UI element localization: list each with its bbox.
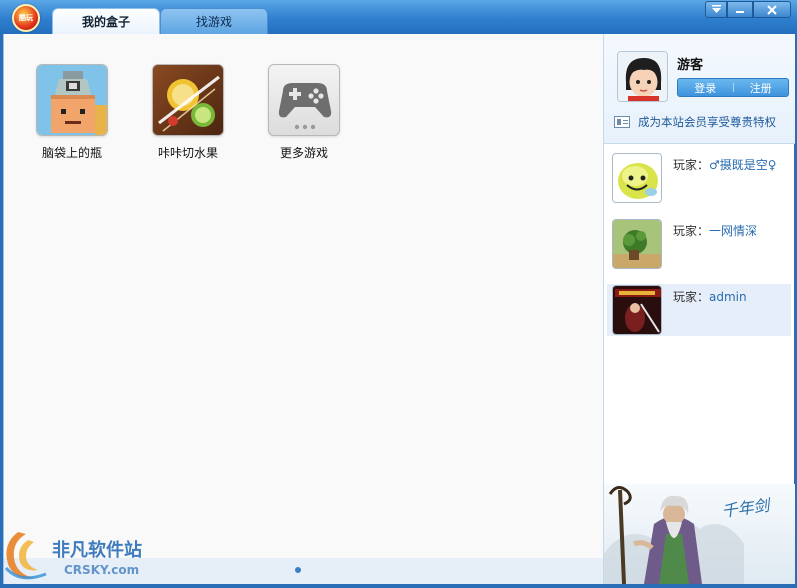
player-prefix: 玩家： (673, 290, 710, 304)
player-item[interactable]: 玩家：admin (607, 284, 791, 336)
game-item-fruit-slice[interactable]: 咔咔切水果 (143, 64, 233, 161)
close-icon (767, 4, 777, 15)
chevron-down-icon (711, 5, 721, 13)
member-promo-text[interactable]: 成为本站会员享受尊贵特权 (638, 114, 776, 130)
green-creature-avatar[interactable] (612, 219, 662, 269)
player-item[interactable]: 玩家：一网情深 (607, 218, 791, 270)
watermark-en-text: CRSKY.com (64, 563, 139, 577)
banner-calligraphy: 千年剑 (720, 495, 773, 521)
game-item-bottle-head[interactable]: 脑袋上的瓶 (27, 64, 117, 161)
player-prefix: 玩家： (673, 158, 710, 172)
game-label[interactable]: 更多游戏 (259, 144, 349, 161)
tab-my-box[interactable]: 我的盒子 (52, 8, 160, 34)
member-card-icon (614, 116, 630, 128)
user-panel: 游客 登录 注册 成为本站会员享受尊贵特权 (604, 34, 795, 144)
player-text: 玩家：♂摄既是空♀ (673, 156, 777, 173)
gamepad-icon[interactable] (268, 64, 340, 136)
minimize-button[interactable] (727, 1, 753, 18)
player-name[interactable]: 一网情深 (709, 224, 757, 238)
player-prefix: 玩家： (673, 224, 710, 238)
bottle-head-game-icon[interactable] (36, 64, 108, 136)
title-bar: 酷玩 我的盒子 找游戏 (0, 0, 797, 34)
my-games-panel: 脑袋上的瓶 咔咔切水果 更多游戏 (3, 34, 604, 584)
player-name[interactable]: ♂摄既是空♀ (709, 158, 777, 172)
smiley-avatar[interactable] (612, 153, 662, 203)
watermark-logo: 非凡软件站 CRSKY.com (0, 528, 160, 584)
close-button[interactable] (753, 1, 791, 18)
login-button[interactable]: 登录 (678, 79, 733, 96)
watermark-cn-text: 非凡软件站 (52, 539, 142, 561)
page-indicator-dot[interactable] (295, 567, 301, 573)
register-button[interactable]: 注册 (734, 79, 789, 96)
username: 游客 (677, 58, 704, 73)
player-text: 玩家：admin (673, 288, 747, 305)
tab-find-games[interactable]: 找游戏 (160, 8, 268, 34)
app-logo-text: 酷玩 (19, 14, 33, 22)
game-item-more-games[interactable]: 更多游戏 (259, 64, 349, 161)
app-logo: 酷玩 (12, 4, 40, 32)
member-promo-link[interactable]: 成为本站会员享受尊贵特权 (614, 114, 776, 130)
game-label[interactable]: 咔咔切水果 (143, 144, 233, 161)
avatar (617, 51, 668, 102)
game-ad-banner[interactable]: 千年剑 (604, 484, 795, 584)
sidebar: 游客 登录 注册 成为本站会员享受尊贵特权 玩家：♂摄既是空♀ 玩家：一网情深 … (603, 34, 795, 584)
menu-button[interactable] (705, 1, 727, 18)
player-item[interactable]: 玩家：♂摄既是空♀ (607, 152, 791, 204)
warrior-game-avatar[interactable] (612, 285, 662, 335)
fruit-slice-game-icon[interactable] (152, 64, 224, 136)
auth-buttons: 登录 注册 (677, 78, 789, 97)
game-label[interactable]: 脑袋上的瓶 (27, 144, 117, 161)
player-name[interactable]: admin (709, 290, 747, 304)
player-text: 玩家：一网情深 (673, 222, 757, 239)
minimize-icon (736, 10, 744, 13)
